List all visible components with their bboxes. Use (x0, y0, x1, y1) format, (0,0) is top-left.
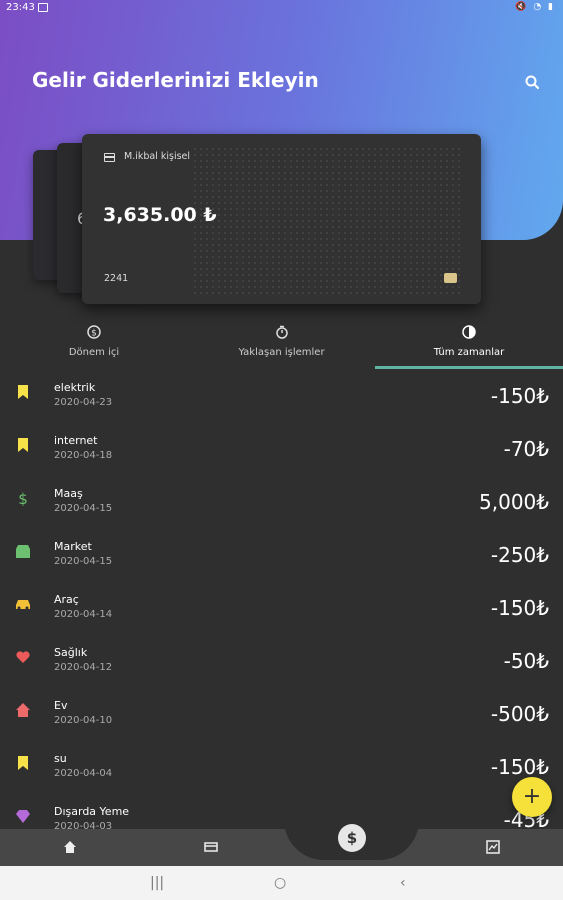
transaction-amount: -150₺ (490, 596, 549, 620)
transaction-date: 2020-04-14 (54, 609, 113, 620)
dollar-icon: $ (18, 490, 28, 506)
tab-indicator (375, 366, 563, 369)
card-balance: 3,635.00 ₺ (103, 204, 217, 226)
tab-label: Dönem içi (68, 347, 120, 358)
transaction-date: 2020-04-15 (54, 503, 113, 514)
transaction-name: Dışarda Yeme (54, 805, 130, 818)
status-time: 23:43 (6, 2, 35, 13)
status-bar: 23:43 🔇 ◔ ▮ (0, 0, 563, 16)
credit-card-icon[interactable] (204, 840, 218, 854)
transaction-row[interactable]: $ Maaş 2020-04-15 5,000₺ (0, 478, 563, 531)
tab-label: Tüm zamanlar (433, 347, 505, 358)
transaction-name: Sağlık (54, 646, 88, 659)
home-circle-icon[interactable]: ○ (274, 875, 286, 891)
transaction-amount: 5,000₺ (479, 490, 549, 514)
heart-icon (16, 651, 30, 663)
stopwatch-icon (275, 325, 288, 339)
system-nav-bar: ||| ○ ‹ (0, 866, 563, 900)
tab-bar: $ Dönem içi Yaklaşan işlemler Tüm zamanl… (0, 318, 563, 372)
transaction-name: su (54, 752, 67, 765)
transaction-amount: -150₺ (490, 755, 549, 779)
svg-text:$: $ (91, 329, 97, 339)
transaction-date: 2020-04-23 (54, 397, 113, 408)
bookmark-icon (18, 438, 28, 452)
chart-icon[interactable] (486, 840, 500, 854)
transaction-date: 2020-04-15 (54, 556, 113, 567)
tab-period[interactable]: $ Dönem içi (0, 318, 188, 370)
transaction-date: 2020-04-12 (54, 662, 113, 673)
tab-label: Yaklaşan işlemler (238, 347, 325, 358)
transaction-date: 2020-04-18 (54, 450, 113, 461)
transaction-row[interactable]: Araç 2020-04-14 -150₺ (0, 584, 563, 637)
card-number: 2241 (104, 273, 129, 284)
home-icon[interactable] (63, 840, 77, 854)
transaction-date: 2020-04-04 (54, 768, 113, 779)
center-dollar-button[interactable]: $ (338, 824, 366, 852)
diamond-icon (16, 810, 30, 823)
bookmark-icon (18, 756, 28, 770)
transaction-amount: -50₺ (503, 649, 549, 673)
transaction-row[interactable]: internet 2020-04-18 -70₺ (0, 425, 563, 478)
world-map-pattern (192, 146, 462, 296)
transaction-amount: -500₺ (490, 702, 549, 726)
transaction-name: Maaş (54, 487, 83, 500)
svg-text:$: $ (18, 490, 28, 506)
transaction-date: 2020-04-10 (54, 715, 113, 726)
home-icon (16, 703, 30, 717)
tab-all-time[interactable]: Tüm zamanlar (375, 318, 563, 370)
transaction-row[interactable]: Sağlık 2020-04-12 -50₺ (0, 637, 563, 690)
transaction-amount: -150₺ (490, 384, 549, 408)
back-icon[interactable]: ‹ (400, 875, 406, 891)
image-icon (38, 3, 48, 12)
chip-icon (444, 273, 457, 283)
transaction-name: Araç (54, 593, 79, 606)
search-icon[interactable] (522, 72, 544, 94)
transaction-amount: -250₺ (490, 543, 549, 567)
bookmark-icon (18, 385, 28, 399)
transaction-name: internet (54, 434, 98, 447)
status-icons: 🔇 ◔ ▮ (515, 2, 555, 12)
car-icon (16, 600, 30, 610)
store-icon (16, 545, 30, 558)
transaction-name: Market (54, 540, 92, 553)
transaction-row[interactable]: elektrik 2020-04-23 -150₺ (0, 372, 563, 425)
credit-card-icon (104, 153, 115, 162)
recent-apps-icon[interactable]: ||| (150, 875, 164, 891)
dollar-circle-icon: $ (87, 325, 101, 339)
transaction-amount: -70₺ (503, 437, 549, 461)
account-card[interactable]: M.ikbal kişisel 3,635.00 ₺ 2241 (82, 134, 481, 304)
bottom-nav (0, 829, 563, 866)
transaction-row[interactable]: su 2020-04-04 -150₺ (0, 743, 563, 796)
transaction-name: Ev (54, 699, 68, 712)
transaction-row[interactable]: Market 2020-04-15 -250₺ (0, 531, 563, 584)
transaction-row[interactable]: Ev 2020-04-10 -500₺ (0, 690, 563, 743)
all-time-icon (462, 325, 476, 339)
tab-upcoming[interactable]: Yaklaşan işlemler (188, 318, 375, 370)
card-name: M.ikbal kişisel (124, 151, 191, 162)
page-title: Gelir Giderlerinizi Ekleyin (32, 68, 319, 92)
add-transaction-button[interactable]: + (512, 777, 552, 817)
transaction-name: elektrik (54, 381, 96, 394)
